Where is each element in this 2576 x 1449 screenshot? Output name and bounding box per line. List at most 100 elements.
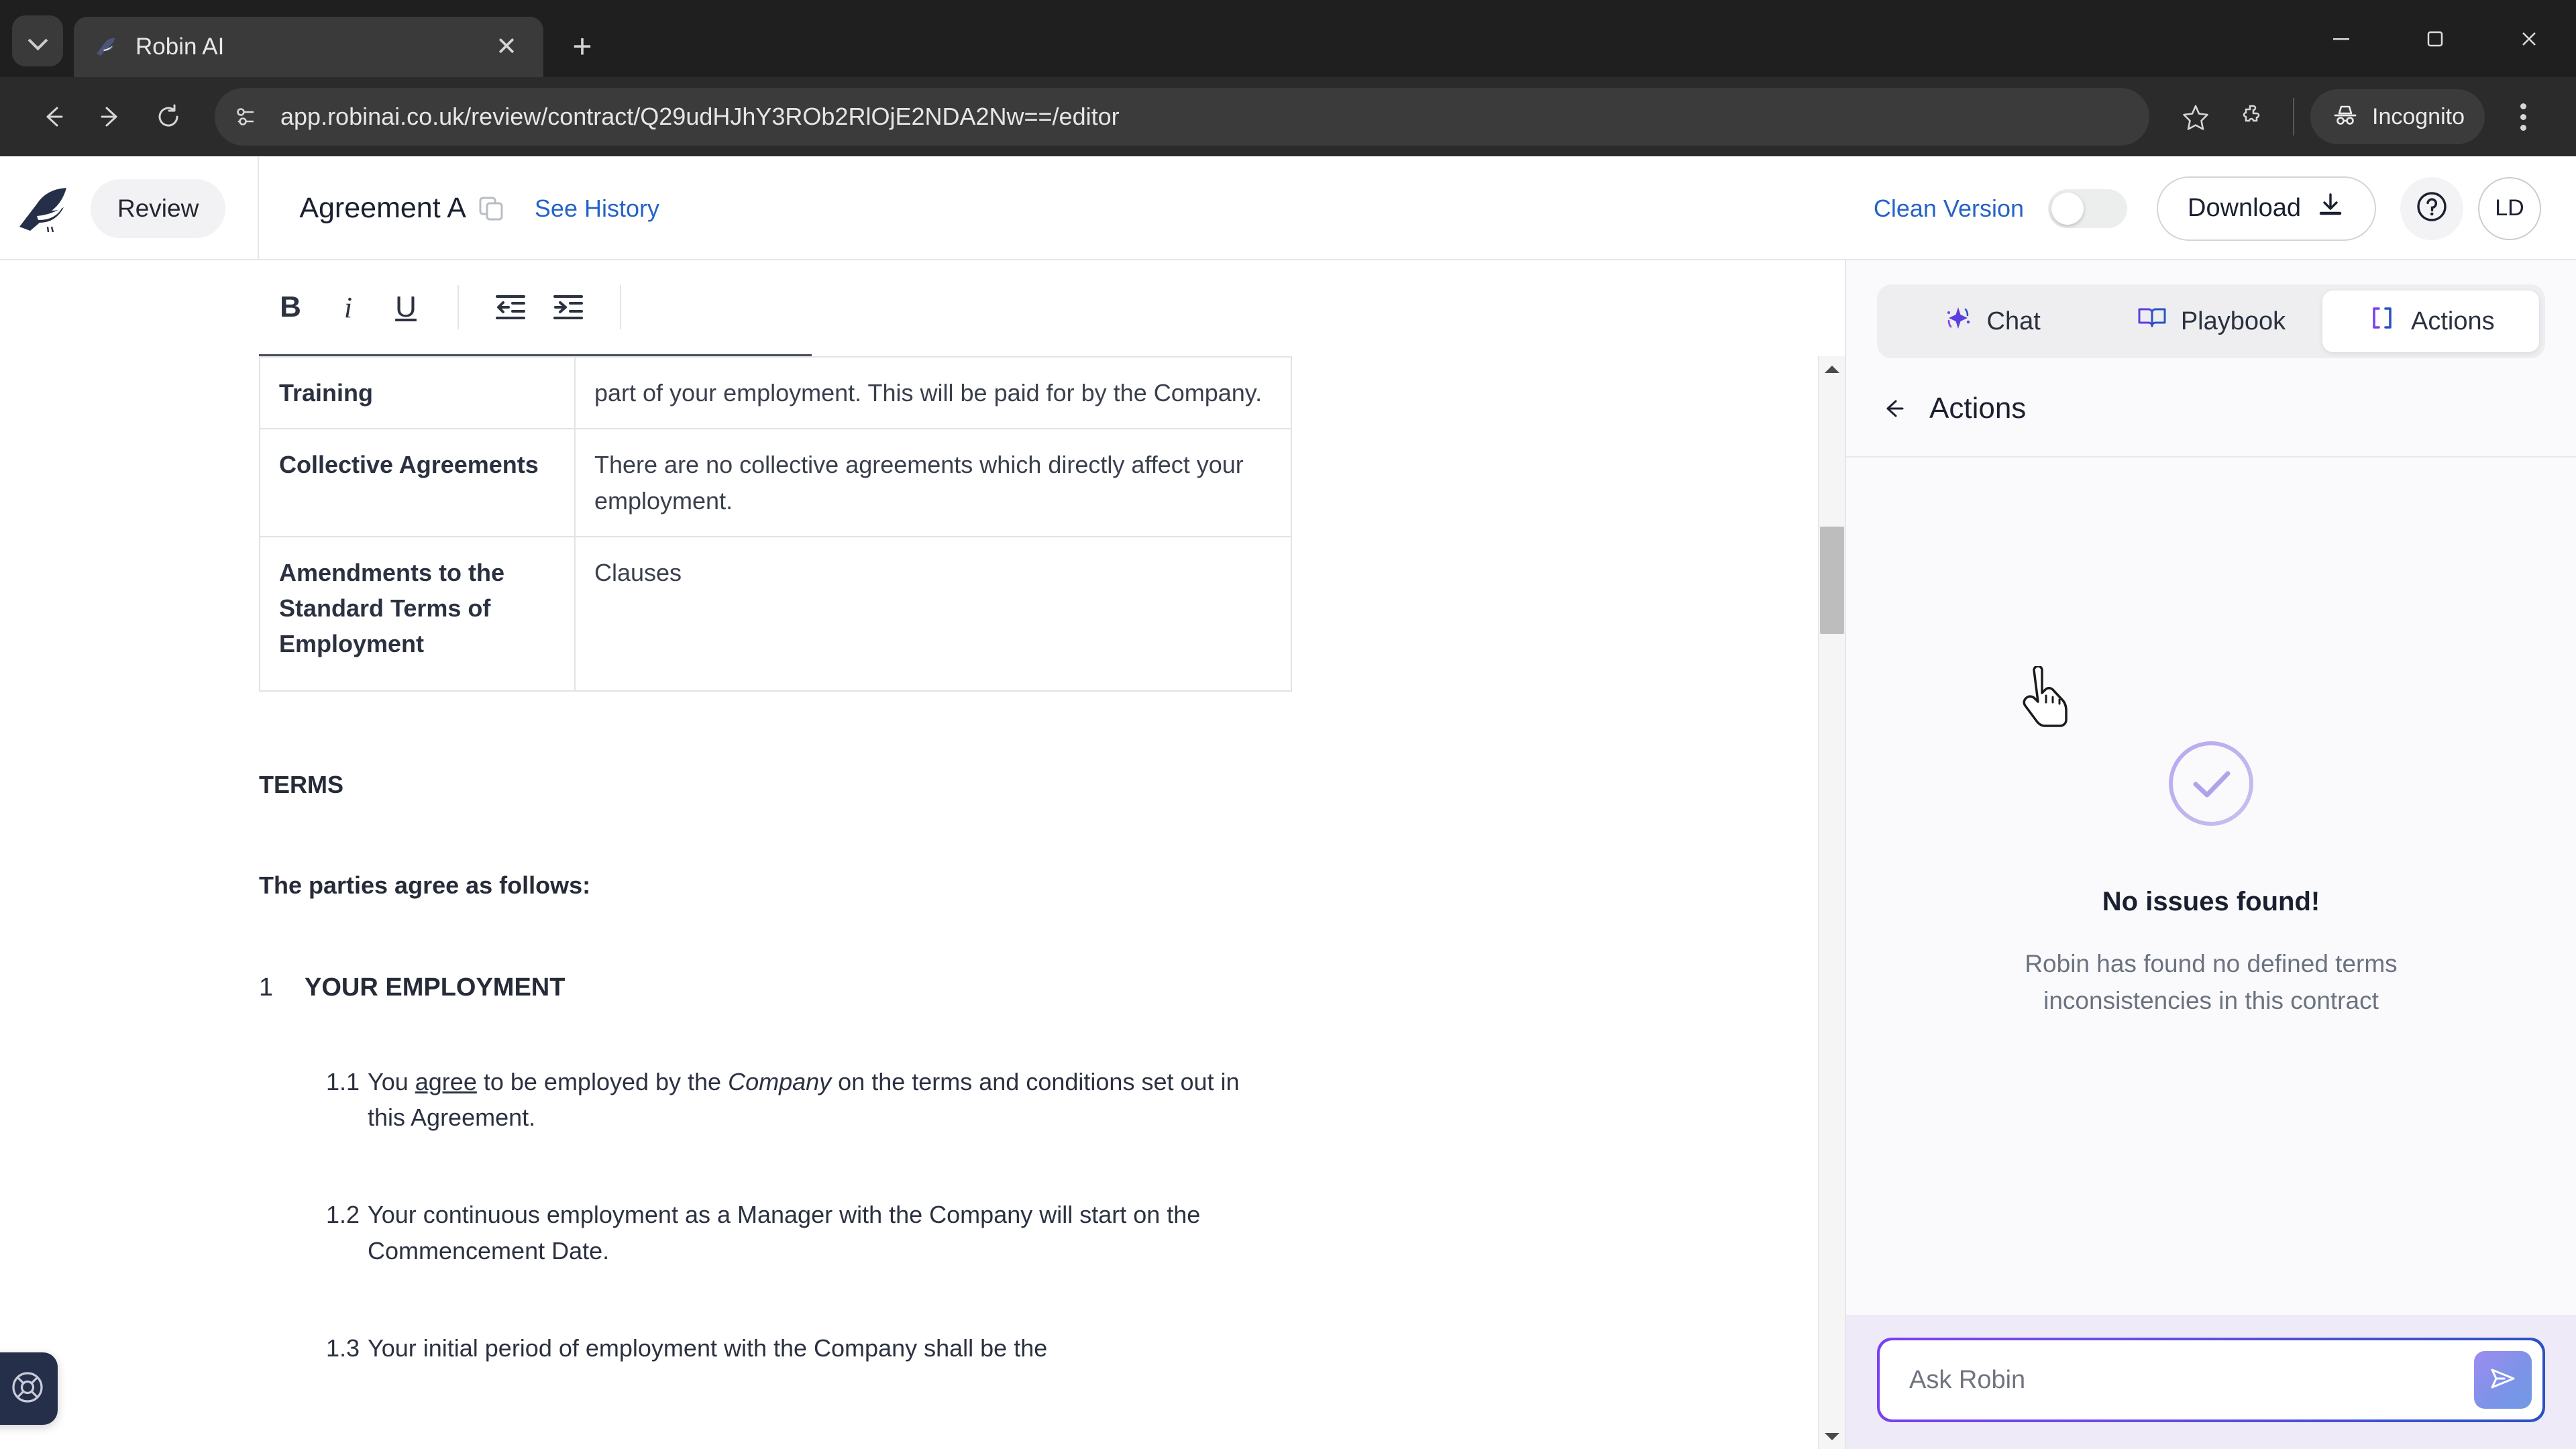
tab-playbook-label: Playbook: [2180, 307, 2286, 335]
download-button[interactable]: Download: [2157, 176, 2376, 241]
tab-chat[interactable]: Chat: [1883, 290, 2100, 352]
browser-tab-title: Robin AI: [136, 34, 225, 60]
underline-button[interactable]: U: [377, 278, 435, 336]
forward-arrow-icon[interactable]: [82, 88, 140, 146]
scrollbar-track[interactable]: [1819, 382, 1845, 1424]
scroll-up-icon[interactable]: [1819, 356, 1845, 382]
clause-text: Your initial period of employment with t…: [368, 1334, 1048, 1362]
tab-search-button[interactable]: [12, 15, 63, 66]
tab-chat-label: Chat: [1986, 307, 2041, 335]
robin-ai-bird-logo[interactable]: [0, 185, 91, 232]
table-cell-key: Training: [259, 356, 576, 430]
page-info-icon[interactable]: [224, 95, 268, 139]
ask-robin-composer: [1846, 1315, 2576, 1449]
outdent-icon[interactable]: [482, 278, 539, 336]
italic-button[interactable]: i: [319, 278, 377, 336]
avatar-initials: LD: [2495, 195, 2524, 221]
chevron-down-icon: [29, 32, 46, 50]
tab-actions[interactable]: Actions: [2322, 290, 2539, 352]
composer-field[interactable]: [1880, 1340, 2542, 1419]
incognito-hat-icon: [2330, 101, 2360, 133]
formatting-toolbar: B i U: [0, 260, 1845, 354]
address-bar[interactable]: app.robinai.co.uk/review/contract/Q29udH…: [215, 88, 2149, 146]
support-button[interactable]: [0, 1352, 58, 1425]
assistant-tabs: Chat Playbook Actions: [1877, 284, 2545, 358]
reload-icon[interactable]: [140, 88, 197, 146]
clause-1-3: 1.3 Your initial period of employment wi…: [259, 1330, 1279, 1366]
tab-close-icon[interactable]: ✕: [487, 28, 526, 66]
tab-playbook[interactable]: Playbook: [2102, 290, 2319, 352]
clause-number: 1.3: [326, 1334, 360, 1362]
table-row: Training part of your employment. This w…: [259, 356, 1292, 430]
document-scroll-area[interactable]: Training part of your employment. This w…: [0, 356, 1845, 1449]
back-arrow-icon[interactable]: [1878, 393, 1909, 424]
check-circle-icon: [2154, 727, 2268, 844]
scroll-down-icon[interactable]: [1819, 1424, 1845, 1449]
indent-icon[interactable]: [539, 278, 597, 336]
download-icon: [2301, 191, 2345, 227]
kebab-menu-icon[interactable]: [2494, 88, 2552, 146]
table-cell-value: part of your employment. This will be pa…: [574, 356, 1292, 430]
table-cell-key: Amendments to the Standard Terms of Empl…: [259, 535, 576, 692]
contract-summary-table: Training part of your employment. This w…: [259, 356, 1292, 692]
brackets-icon: [2367, 303, 2398, 340]
header-divider: [258, 156, 260, 260]
toolbar-divider: [458, 285, 459, 329]
toolbar-divider: [620, 285, 621, 329]
ask-robin-input[interactable]: [1909, 1365, 2474, 1395]
scrollbar-thumb[interactable]: [1819, 527, 1844, 634]
question-mark-icon: [2414, 189, 2449, 227]
review-button[interactable]: Review: [91, 178, 226, 238]
send-button[interactable]: [2474, 1351, 2532, 1409]
parties-agree-line: The parties agree as follows:: [259, 871, 591, 899]
avatar[interactable]: LD: [2478, 176, 2541, 240]
incognito-label: Incognito: [2372, 103, 2465, 129]
terms-heading: TERMS: [259, 770, 343, 798]
help-button[interactable]: [2400, 176, 2463, 240]
see-history-link[interactable]: See History: [535, 195, 659, 223]
clause-text: Your continuous employment as a Manager …: [368, 1201, 1201, 1265]
browser-toolbar: app.robinai.co.uk/review/contract/Q29udH…: [0, 77, 2576, 156]
open-book-icon: [2137, 303, 2167, 340]
toolbar-divider: [2293, 98, 2294, 136]
clause-number: 1.1: [326, 1067, 360, 1095]
empty-state-title: No issues found!: [2102, 886, 2320, 916]
panel-header: Actions: [1846, 378, 2576, 458]
incognito-indicator[interactable]: Incognito: [2310, 89, 2485, 144]
star-icon[interactable]: [2167, 88, 2224, 146]
copy-icon[interactable]: [477, 195, 505, 223]
document-editor-pane: B i U Training part of your employment. …: [0, 260, 1845, 1449]
section-title: YOUR EMPLOYMENT: [305, 973, 566, 1002]
lifebuoy-support-icon: [8, 1368, 47, 1410]
app-body: B i U Training part of your employment. …: [0, 260, 2576, 1449]
composer-gradient-border: [1877, 1338, 2545, 1422]
browser-tab[interactable]: Robin AI ✕: [74, 17, 543, 77]
close-window-icon[interactable]: [2482, 0, 2576, 77]
table-cell-value: Clauses: [574, 535, 1292, 692]
document-page[interactable]: Training part of your employment. This w…: [0, 356, 1845, 1449]
assistant-tabs-row: Chat Playbook Actions: [1846, 260, 2576, 378]
actions-empty-state: No issues found! Robin has found no defi…: [1846, 458, 2576, 1449]
browser-window: Robin AI ✕ + app.robinai.co.uk/review/co…: [0, 0, 2576, 1449]
download-button-label: Download: [2188, 194, 2301, 222]
clause-1-2: 1.2 Your continuous employment as a Mana…: [259, 1197, 1279, 1269]
clean-version-label[interactable]: Clean Version: [1874, 195, 2024, 223]
maximize-icon[interactable]: [2388, 0, 2482, 77]
clause-text-underlined: agree: [415, 1067, 477, 1095]
extensions-puzzle-icon[interactable]: [2224, 88, 2282, 146]
new-tab-button[interactable]: +: [558, 22, 606, 70]
document-scrollbar[interactable]: [1818, 356, 1845, 1449]
minimize-icon[interactable]: [2294, 0, 2388, 77]
toggle-knob: [2051, 192, 2084, 225]
robin-bird-favicon: [91, 32, 121, 62]
clean-version-toggle[interactable]: [2048, 189, 2127, 228]
back-arrow-icon[interactable]: [24, 88, 82, 146]
tab-actions-label: Actions: [2411, 307, 2495, 335]
bold-button[interactable]: B: [262, 278, 319, 336]
assistant-panel: Chat Playbook Actions Actions No issues …: [1845, 260, 2576, 1449]
panel-title: Actions: [1929, 392, 2027, 425]
document-title: Agreement A: [299, 192, 466, 224]
clause-number: 1.2: [326, 1201, 360, 1229]
clause-text-mid: to be employed by the: [476, 1067, 729, 1095]
review-button-label: Review: [117, 194, 199, 222]
